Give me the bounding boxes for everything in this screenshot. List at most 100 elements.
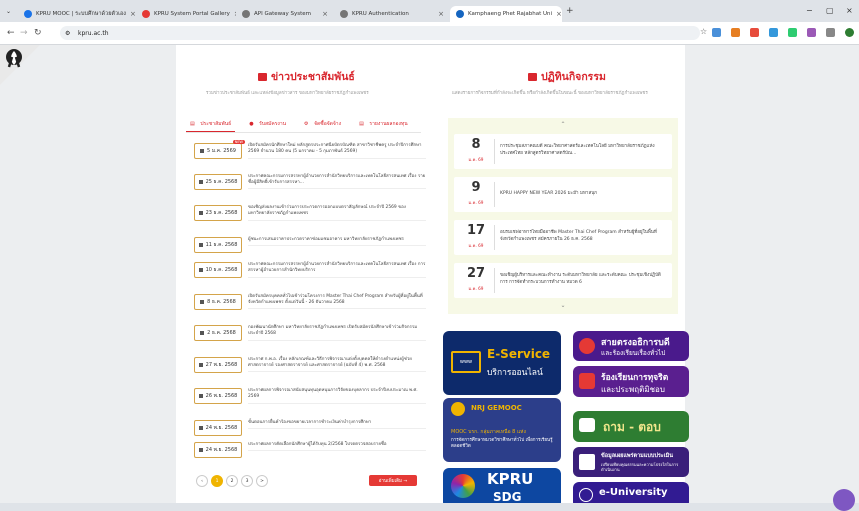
accessibility-widget-button[interactable] <box>833 489 855 511</box>
divider <box>494 182 495 207</box>
extension-icon[interactable] <box>750 28 759 37</box>
browser-tab-5[interactable]: Kamphaeng Phet Rajabhat Uni × <box>450 6 562 22</box>
list-item[interactable]: 23 ธ.ค. 2568 ขอเชิญส่งผลงานเข้าร่วมการปร… <box>194 205 426 231</box>
news-title[interactable]: ผู้ชนะการเสนอราคาประกวดราคาซ่อมแซมอาคาร … <box>248 237 426 246</box>
forward-icon[interactable]: → <box>20 28 28 38</box>
tab-jobs[interactable]: ● รับสมัครงาน <box>245 120 290 132</box>
news-tabs: ▤ ประชาสัมพันธ์ ● รับสมัครงาน ⚙ จัดซื้อจ… <box>186 120 421 133</box>
news-title[interactable]: ประกาศคณะกรรมการสรรหาผู้อำนวยการสำนักวิท… <box>248 262 426 278</box>
calendar-icon <box>528 72 537 81</box>
extension-icon[interactable] <box>788 28 797 37</box>
favicon-icon <box>242 10 250 18</box>
minimize-icon[interactable]: − <box>806 6 813 15</box>
activity-title[interactable]: KPRU HAPPY NEW YEAR 2026 มะม๊า มหาสนุก <box>500 190 665 197</box>
browser-tab-2[interactable]: KPRU System Portal Gallery× <box>136 6 236 22</box>
activity-title[interactable]: ขอเชิญผู้บริหารและคณะทำงาน ระดับมหาวิทยา… <box>500 272 665 286</box>
eservice-banner[interactable]: www E-Service บริการออนไลน์ <box>443 331 561 395</box>
favicon-icon <box>340 10 348 18</box>
extension-icon[interactable] <box>807 28 816 37</box>
activity-item[interactable]: 9 ม.ค. 69 KPRU HAPPY NEW YEAR 2026 มะม๊า… <box>454 177 672 212</box>
browser-tab-1[interactable]: KPRU MOOC | ระบบศึกษาด้วยตัวเอง × <box>18 6 136 22</box>
news-title[interactable]: ประกาศ ก.พ.อ. เรื่อง หลักเกณฑ์และวิธีการ… <box>248 357 426 373</box>
activity-title[interactable]: อบรมเชฟอาหารไทยมืออาชีพ Master Thai Chef… <box>500 229 665 243</box>
close-tab-icon[interactable]: × <box>126 10 136 18</box>
page-button[interactable]: 3 <box>241 475 253 487</box>
new-tab-button[interactable]: + <box>566 6 574 16</box>
list-item[interactable]: 26 พ.ย. 2568 ประกาศผลการพิจารณาสนับสนุนท… <box>194 388 426 414</box>
faq-banner[interactable]: ถาม - ตอบ <box>573 411 689 442</box>
next-page-button[interactable]: > <box>256 475 268 487</box>
list-item[interactable]: 10 ธ.ค. 2568 ประกาศคณะกรรมการสรรหาผู้อำน… <box>194 262 426 288</box>
news-title[interactable]: เปิดรับสมัครนักศึกษาใหม่ หลักสูตรประกาศน… <box>248 143 426 159</box>
page-button[interactable]: 1 <box>211 475 223 487</box>
tab-pr[interactable]: ▤ ประชาสัมพันธ์ <box>186 120 236 132</box>
new-badge: NEW <box>232 140 245 144</box>
calendar-icon <box>198 448 203 452</box>
kpru-sdg-banner[interactable]: KPRU SDG <box>443 468 561 503</box>
ita-banner[interactable]: ข้อมูลเผยแพร่ตามแบบประเมิน เปรียบเทียบคุ… <box>573 447 689 477</box>
scroll-down-icon[interactable]: ⌄ <box>448 302 678 309</box>
news-title[interactable]: เปิดรับสมัครบุคคลทั่วไปเข้าร่วมโครงการ M… <box>248 294 426 310</box>
news-date: 10 ธ.ค. 2568 <box>194 262 242 278</box>
activity-item[interactable]: 8 ม.ค. 69 การประชุมสภาคณบดี คณะวิทยาศาสต… <box>454 134 672 169</box>
read-more-button[interactable]: อ่านเพิ่มเติม → <box>369 475 417 486</box>
extensions-puzzle-icon[interactable] <box>826 28 835 37</box>
list-item[interactable]: 25 ธ.ค. 2568 ประกาศคณะกรรมการสรรหาผู้อำน… <box>194 173 426 200</box>
list-item[interactable]: 27 พ.ย. 2568 ประกาศ ก.พ.อ. เรื่อง หลักเก… <box>194 356 426 383</box>
news-date: 23 ธ.ค. 2568 <box>194 205 242 221</box>
close-tab-icon[interactable]: × <box>552 10 562 18</box>
reload-icon[interactable]: ↻ <box>34 28 42 38</box>
extension-icon[interactable] <box>731 28 740 37</box>
browser-tab-3[interactable]: API Gateway System × <box>236 6 334 22</box>
corruption-complaint-banner[interactable]: ร้องเรียนการทุจริต และประพฤติมิชอบ <box>573 366 689 397</box>
activity-month: ม.ค. 69 <box>468 243 484 248</box>
activity-item[interactable]: 27 ม.ค. 69 ขอเชิญผู้บริหารและคณะทำงาน ระ… <box>454 263 672 298</box>
activity-list: ⌃ 8 ม.ค. 69 การประชุมสภาคณบดี คณะวิทยาศา… <box>448 118 678 314</box>
tab-list-chevron-icon[interactable]: ⌄ <box>6 8 11 15</box>
bookmark-star-icon[interactable]: ☆ <box>700 27 707 36</box>
url-field[interactable]: ⚙ kpru.ac.th <box>60 26 700 40</box>
activity-item[interactable]: 17 ม.ค. 69 อบรมเชฟอาหารไทยมืออาชีพ Maste… <box>454 220 672 255</box>
calendar-icon <box>198 425 203 430</box>
list-icon: ▤ <box>359 121 366 127</box>
activity-day: 9 <box>471 180 481 195</box>
close-window-icon[interactable]: × <box>846 6 853 15</box>
list-item[interactable]: 24 พ.ย. 2568 ประกาศผลการคัดเลือกนักศึกษา… <box>194 442 426 460</box>
list-item[interactable]: 8 ธ.ค. 2568 เปิดรับสมัครบุคคลทั่วไปเข้าร… <box>194 293 426 320</box>
extension-icon[interactable] <box>769 28 778 37</box>
close-tab-icon[interactable]: × <box>318 10 328 18</box>
close-tab-icon[interactable]: × <box>434 10 444 18</box>
page-button[interactable]: 2 <box>226 475 238 487</box>
prev-page-icon[interactable]: ‹ <box>196 475 208 487</box>
tab-procurement[interactable]: ⚙ จัดซื้อจัดจ้าง <box>300 120 345 132</box>
news-title[interactable]: ประกาศผลการพิจารณาสนับสนุนทุนอุดหนุนการว… <box>248 388 426 404</box>
news-title[interactable]: กองพัฒนานักศึกษา มหาวิทยาลัยราชภัฏกำแพงเ… <box>248 325 426 341</box>
maximize-icon[interactable]: ▢ <box>826 6 834 15</box>
news-title[interactable]: ขั้นตอนการยื่นคำร้องขอขยายเวลาการชำระเงิ… <box>248 420 426 429</box>
list-item[interactable]: 2 ธ.ค. 2568 กองพัฒนานักศึกษา มหาวิทยาลัย… <box>194 325 426 351</box>
news-title[interactable]: ขอเชิญส่งผลงานเข้าร่วมการประกวดการออกแบบ… <box>248 205 426 221</box>
gemooc-banner[interactable]: NRJ GEMOOC MOOC บรก. กลุ่มภาคเหนือ 8 แห่… <box>443 398 561 462</box>
calendar-icon <box>198 362 203 367</box>
news-title[interactable]: ประกาศผลการคัดเลือกนักศึกษาผู้ได้รับทุน … <box>248 442 426 452</box>
extension-icon[interactable] <box>712 28 721 37</box>
calendar-icon <box>198 179 203 184</box>
e-university-banner[interactable]: e-University <box>573 482 689 503</box>
news-title[interactable]: ประกาศคณะกรรมการสรรหาผู้อำนวยการสำนักวิท… <box>248 174 426 190</box>
president-direct-line-banner[interactable]: สายตรงอธิการบดี และร้องเรียนเรื่องทั่วไป <box>573 331 689 361</box>
scroll-up-icon[interactable]: ⌃ <box>448 121 678 128</box>
activity-title[interactable]: การประชุมสภาคณบดี คณะวิทยาศาสตร์และเทคโน… <box>500 143 665 157</box>
list-item[interactable]: 24 พ.ย. 2568 ขั้นตอนการยื่นคำร้องขอขยายเ… <box>194 419 426 437</box>
site-info-icon[interactable]: ⚙ <box>65 30 70 37</box>
list-item[interactable]: 5 ม.ค. 2569 NEW เปิดรับสมัครนักศึกษาใหม่ … <box>194 140 426 168</box>
news-subtitle: รวมข่าวประชาสัมพันธ์ และแหล่งข้อมูลข่าวส… <box>206 91 369 96</box>
main-content: ข่าวประชาสัมพันธ์ รวมข่าวประชาสัมพันธ์ แ… <box>176 45 689 503</box>
back-icon[interactable]: ← <box>7 28 15 38</box>
list-item[interactable]: 11 ธ.ค. 2568 ผู้ชนะการเสนอราคาประกวดราคา… <box>194 236 426 257</box>
tab-fund-report[interactable]: ▤ รายงานผลกองทุน <box>355 120 412 132</box>
browser-tab-4[interactable]: KPRU Authentication × <box>334 6 450 22</box>
calendar-icon <box>198 268 203 272</box>
profile-avatar[interactable] <box>845 28 854 37</box>
person-icon: ● <box>249 121 256 127</box>
news-date: 8 ธ.ค. 2568 <box>194 293 242 310</box>
